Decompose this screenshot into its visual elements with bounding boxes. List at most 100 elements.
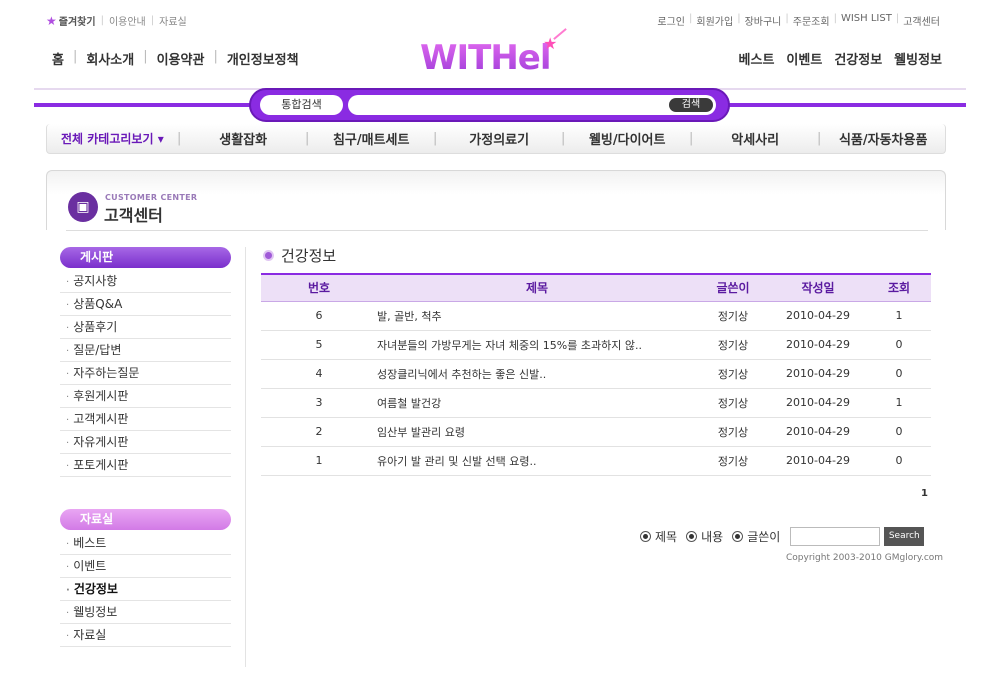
sidebar-item-label: 후원게시판 [73,389,129,403]
category-item[interactable]: 생활잡화 [181,129,305,148]
nav-home[interactable]: 홈 [52,49,64,68]
customer-center-en: CUSTOMER CENTER [105,193,198,202]
post-table: 번호 제목 글쓴이 작성일 조회 6 발, 골반, 척추 정기상 2010-04… [261,273,931,476]
bullet-icon: · [66,608,70,619]
divider: | [150,15,155,26]
divider: | [100,15,104,26]
sidebar-data-header: 자료실 [60,509,231,530]
global-search-bar: 통합검색 검색 [249,88,730,122]
customer-center-link[interactable]: 고객센터 [903,13,940,28]
all-categories-button[interactable]: 전체 카테고리보기 ▾ [47,130,177,147]
cart-link[interactable]: 장바구니 [745,13,782,28]
category-item[interactable]: 침구/매트세트 [309,129,433,148]
nav-best[interactable]: 베스트 [739,49,775,68]
search-button[interactable]: 검색 [669,98,713,112]
board-search-button[interactable]: Search [884,527,925,546]
wishlist-link[interactable]: WISH LIST [841,13,892,28]
category-bar: 전체 카테고리보기 ▾ | 생활잡화 | 침구/매트세트 | 가정의료기 | 웰… [46,124,946,154]
order-lookup-link[interactable]: 주문조회 [793,13,830,28]
column-header-writer: 글쓴이 [716,281,750,296]
radio-checked-icon [686,531,698,542]
page-number-link[interactable]: 1 [921,488,928,499]
category-item[interactable]: 악세사리 [693,129,817,148]
board-search-input[interactable] [790,527,881,546]
post-date: 2010-04-29 [769,301,867,331]
divider: | [737,13,741,24]
main-nav-right: 베스트 이벤트 건강정보 웰빙정보 [727,49,942,68]
table-header-row: 번호 제목 글쓴이 작성일 조회 [261,274,931,301]
archive-link[interactable]: 자료실 [159,13,187,28]
post-title-link[interactable]: 발, 골반, 척추 [377,301,697,331]
nav-event[interactable]: 이벤트 [786,49,822,68]
sidebar-item-label: 상품후기 [73,320,118,334]
star-icon: ★ [46,13,57,28]
nav-wellbeing[interactable]: 웰빙정보 [894,49,942,68]
search-option-title[interactable]: 제목 [640,528,677,545]
chevron-down-icon: ▾ [157,132,164,146]
sidebar-item-qna[interactable]: · 질문/답변 [60,339,231,362]
category-item[interactable]: 식품/자동차용품 [821,129,945,148]
category-item[interactable]: 가정의료기 [437,129,561,148]
table-row: 2 임산부 발관리 요령 정기상 2010-04-29 0 [261,417,931,447]
join-link[interactable]: 회원가입 [696,13,733,28]
bullet-icon: · [66,562,70,573]
post-hits: 0 [867,330,931,360]
bullet-icon: · [66,277,70,288]
bullet-icon: · [66,369,70,380]
sidebar-item-best[interactable]: · 베스트 [60,532,231,555]
sidebar-item-archive[interactable]: · 자료실 [60,624,231,647]
all-categories-label: 전체 카테고리보기 [61,132,154,146]
divider: | [833,13,837,24]
sidebar-item-health[interactable]: · 건강정보 [60,578,231,601]
sidebar-item-wellbeing[interactable]: · 웰빙정보 [60,601,231,624]
login-link[interactable]: 로그인 [657,13,685,28]
sidebar-item-free-board[interactable]: · 자유게시판 [60,431,231,454]
search-option-label: 글쓴이 [747,530,781,544]
post-title-link[interactable]: 성장클리닉에서 추천하는 좋은 신발.. [377,359,697,389]
post-date: 2010-04-29 [769,388,867,418]
post-title-link[interactable]: 유아기 발 관리 및 신발 선택 요령.. [377,446,697,476]
main-nav-left: 홈 | 회사소개 | 이용약관 | 개인정보정책 [52,49,299,68]
search-option-writer[interactable]: 글쓴이 [732,528,780,545]
post-hits: 1 [867,388,931,418]
search-scope-select[interactable]: 통합검색 [260,95,343,115]
column-header-title: 제목 [525,281,549,296]
nav-privacy[interactable]: 개인정보정책 [227,49,299,68]
sidebar-item-sponsor[interactable]: · 후원게시판 [60,385,231,408]
category-item[interactable]: 웰빙/다이어트 [565,129,689,148]
sidebar-item-reviews[interactable]: · 상품후기 [60,316,231,339]
post-hits: 0 [867,446,931,476]
divider: | [213,49,218,64]
divider: | [689,13,693,24]
sidebar-item-notice[interactable]: · 공지사항 [60,270,231,293]
bullet-icon: · [66,585,70,596]
nav-terms[interactable]: 이용약관 [157,49,205,68]
sidebar-data-list: · 베스트 · 이벤트 · 건강정보 · 웰빙정보 · 자료실 [60,532,231,647]
top-utility-right: 로그인 | 회원가입 | 장바구니 | 주문조회 | WISH LIST | 고… [657,13,940,28]
guide-link[interactable]: 이용안내 [109,13,146,28]
sidebar-item-event[interactable]: · 이벤트 [60,555,231,578]
search-option-content[interactable]: 내용 [686,528,723,545]
search-input[interactable] [348,95,716,115]
sidebar-item-faq[interactable]: · 자주하는질문 [60,362,231,385]
post-title-link[interactable]: 여름철 발건강 [377,388,697,418]
sidebar-item-product-qa[interactable]: · 상품Q&A [60,293,231,316]
bullet-icon: · [66,392,70,403]
post-title-link[interactable]: 임산부 발관리 요령 [377,417,697,447]
post-title-link[interactable]: 자녀분들의 가방무게는 자녀 체중의 15%를 초과하지 않.. [377,330,697,360]
nav-company[interactable]: 회사소개 [86,49,134,68]
search-option-label: 제목 [655,530,678,544]
post-number: 2 [261,417,377,447]
sidebar-item-label: 웰빙정보 [73,605,118,619]
sidebar-item-photo-board[interactable]: · 포토게시판 [60,454,231,477]
post-date: 2010-04-29 [769,417,867,447]
favorite-link[interactable]: 즐겨찾기 [59,13,96,28]
site-logo[interactable]: WITHel [420,38,552,78]
sidebar-item-customer-board[interactable]: · 고객게시판 [60,408,231,431]
column-header-date: 작성일 [801,281,835,296]
nav-health[interactable]: 건강정보 [834,49,882,68]
post-number: 1 [261,446,377,476]
gift-box-icon: ▣ [68,192,98,222]
bullet-icon: · [66,631,70,642]
table-row: 3 여름철 발건강 정기상 2010-04-29 1 [261,388,931,418]
